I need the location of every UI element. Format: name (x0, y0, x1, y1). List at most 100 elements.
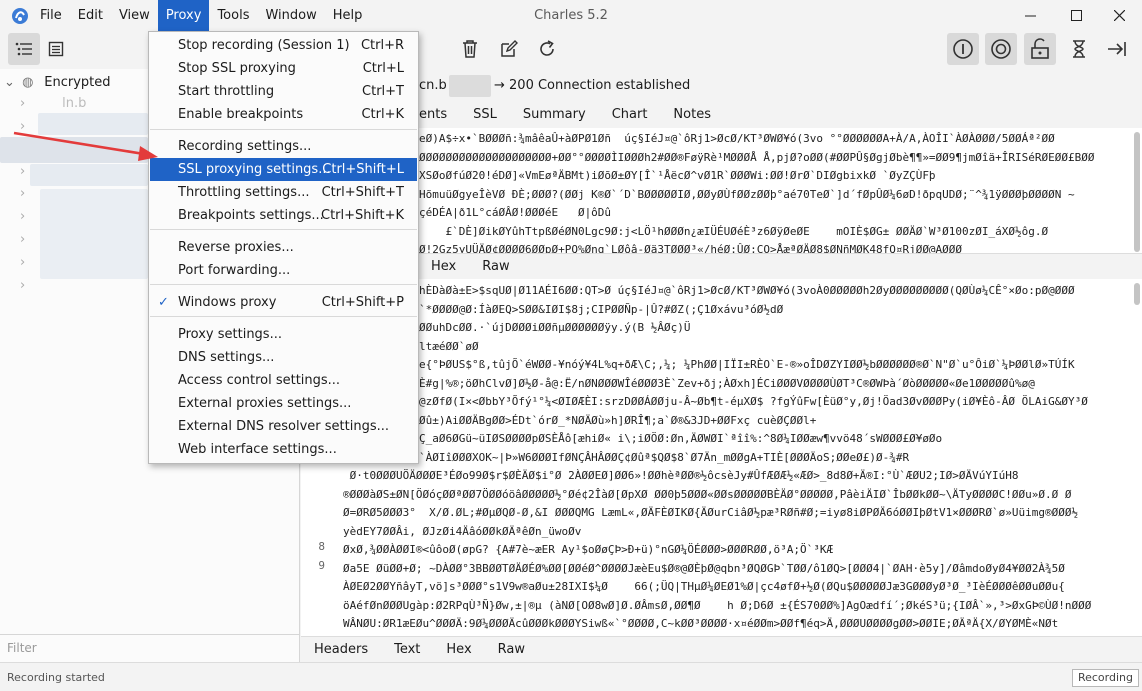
menu-item-stop-ssl-proxying[interactable]: Stop SSL proxying Ctrl+L (150, 57, 417, 80)
menu-item-breakpoints-settings[interactable]: Breakpoints settings... Ctrl+Shift+K (150, 204, 417, 227)
status-text: Recording started (7, 671, 105, 684)
ssl-proxying-button[interactable] (1024, 33, 1056, 65)
menu-item-label: Access control settings... (178, 373, 341, 388)
tab-summary[interactable]: Summary (510, 102, 599, 128)
vertical-scrollbar[interactable] (1134, 132, 1140, 252)
code-line: çéDÉA|ð1L°cáØÂØ!ØØØéE Ø|ôDû (419, 206, 612, 219)
close-icon (1113, 10, 1125, 21)
menu-item-shortcut: Ctrl+Shift+L (322, 162, 404, 177)
menu-item-shortcut: Ctrl+K (361, 107, 404, 122)
code-line: Ø·t0ØØØUÖÄØØØE³ÉØo99Ø$r$ØÈÄØ$i°Ø 2ÀØØEØ]… (343, 469, 1019, 482)
menu-item-web-interface-settings[interactable]: Web interface settings... (150, 438, 417, 461)
sequence-view-button[interactable] (40, 33, 72, 65)
menu-tools[interactable]: Tools (209, 0, 257, 31)
tab-ssl[interactable]: SSL (460, 102, 510, 128)
code-line: @IØ$ØIØØØ!YØØØØØ\ip»<2$mQØüdü`ü³ØØpdJWÆØ… (343, 633, 1129, 635)
menu-item-label: Stop recording (Session 1) (178, 38, 350, 53)
menu-item-enable-breakpoints[interactable]: Enable breakpoints Ctrl+K (150, 103, 417, 126)
tab-text[interactable]: Text (381, 637, 433, 663)
arrow-to-right-icon (1108, 42, 1126, 56)
menu-item-throttling-settings[interactable]: Throttling settings... Ctrl+Shift+T (150, 181, 417, 204)
tree-node-child[interactable]: › ln.b (20, 93, 86, 114)
breakpoints-button[interactable] (1063, 33, 1095, 65)
title-bar: File Edit View Proxy Tools Window Help Charles… (0, 0, 1142, 31)
tab-headers[interactable]: Headers (301, 637, 381, 663)
menu-item-external-proxies-settings[interactable]: External proxies settings... (150, 392, 417, 415)
tab-notes[interactable]: Notes (660, 102, 724, 128)
menu-item-dns-settings[interactable]: DNS settings... (150, 346, 417, 369)
menu-edit[interactable]: Edit (70, 0, 111, 31)
menu-file[interactable]: File (32, 0, 70, 31)
tree-node-encrypted[interactable]: ⌄ ◍ Encrypted (4, 72, 111, 93)
chevron-right-icon[interactable]: › (20, 275, 25, 296)
chevron-right-icon[interactable]: › (20, 206, 25, 227)
menu-view[interactable]: View (111, 0, 158, 31)
globe-icon: ◍ (22, 75, 34, 90)
response-tabs: Headers Text Hex Raw (301, 636, 1142, 662)
redacted-host (449, 75, 491, 97)
menu-item-recording-settings[interactable]: Recording settings... (150, 135, 417, 158)
menu-help[interactable]: Help (325, 0, 371, 31)
chevron-right-icon[interactable]: › (20, 229, 25, 250)
structure-view-button[interactable] (8, 33, 40, 65)
menu-item-label: Stop SSL proxying (178, 61, 296, 76)
code-line: È#g|%®;öØhClvØ]Ø½Ø-å@:Ë/nØNØØØWÎéØØØ3È`Z… (419, 376, 1035, 390)
vertical-scrollbar[interactable] (1134, 283, 1140, 305)
chevron-right-icon[interactable]: › (20, 252, 25, 273)
code-line: ®ØØØàØS±ØN[ÖØóçØØªØØ7ÖØØóöâØØØØØ½°Øé¢2Îà… (343, 487, 1072, 501)
minimize-button[interactable] (1007, 0, 1053, 31)
code-line: ØØØØØØØØØØØØØØØØØØØØ+ØØ°°ØØØØÌIØØØh2#ØØ®… (419, 150, 1095, 164)
menu-proxy[interactable]: Proxy (157, 0, 210, 31)
repeat-button[interactable] (531, 33, 563, 65)
tab-hex[interactable]: Hex (418, 254, 469, 280)
record-icon (991, 39, 1011, 59)
menu-item-proxy-settings[interactable]: Proxy settings... (150, 323, 417, 346)
menu-item-label: Breakpoints settings... (178, 208, 324, 223)
line-number: 9 (318, 559, 325, 572)
menu-bar: File Edit View Proxy Tools Window Help (32, 0, 370, 31)
code-line: ØxØ,¾ØØÀØØI®<ûôoØ(øpG? {A#7è~æER Ay¹$oØø… (343, 543, 834, 556)
redacted-host (40, 189, 148, 279)
clear-session-button[interactable] (454, 33, 486, 65)
edit-button[interactable] (493, 33, 525, 65)
filter-input[interactable]: Filter (7, 641, 37, 655)
code-line: WÂNØU:ØR1æEØu^ØØØÄ:9Ø¼ØØØÄcûØØØkØØØYSiwß… (343, 617, 1059, 630)
menu-item-ssl-proxying-settings[interactable]: SSL proxying settings... Ctrl+Shift+L (150, 158, 417, 181)
maximize-button[interactable] (1053, 0, 1099, 31)
menu-item-external-dns-resolver-settings[interactable]: External DNS resolver settings... (150, 415, 417, 438)
menu-item-stop-recording-session-1[interactable]: Stop recording (Session 1) Ctrl+R (150, 34, 417, 57)
chevron-right-icon[interactable]: › (20, 93, 36, 114)
menu-item-access-control-settings[interactable]: Access control settings... (150, 369, 417, 392)
record-button[interactable] (985, 33, 1017, 65)
menu-item-port-forwarding[interactable]: Port forwarding... (150, 259, 417, 282)
code-line: yèdEY7ØØÂi, ØJzØi4ÄâóØØkØÄªêØn_üwoØv (343, 524, 582, 538)
filter-bar[interactable]: Filter (0, 634, 300, 662)
close-button[interactable] (1096, 0, 1142, 31)
tab-chart[interactable]: Chart (599, 102, 661, 128)
chevron-right-icon[interactable]: › (20, 161, 25, 182)
menu-item-label: Reverse proxies... (178, 240, 294, 255)
lock-icon (1031, 38, 1049, 59)
tab-hex[interactable]: Hex (433, 637, 484, 663)
info-circle-icon (953, 39, 973, 59)
code-line: ØØuhDcØØ.·`újDØØØiØØñµØØØØØØÿy.ý(B ½ÂØç)… (419, 321, 691, 334)
tab-raw[interactable]: Raw (485, 637, 538, 663)
response-body: hÈDàØà±E>$sqUØ|Ø11AÉI6ØØ:QT>Ø úç§IéJ¤@`ô… (301, 279, 1142, 634)
sidebar-toggle-button[interactable] (1101, 33, 1133, 65)
tab-raw[interactable]: Raw (469, 254, 522, 280)
menu-item-label: Proxy settings... (178, 327, 282, 342)
menu-item-shortcut: Ctrl+L (362, 61, 404, 76)
menu-item-windows-proxy[interactable]: ✓ Windows proxy Ctrl+Shift+P (150, 291, 417, 314)
menu-window[interactable]: Window (257, 0, 324, 31)
chevron-down-icon[interactable]: ⌄ (4, 72, 18, 93)
menu-item-label: Port forwarding... (178, 263, 291, 278)
proxy-dropdown-menu: Stop recording (Session 1) Ctrl+R Stop SSL… (148, 31, 419, 464)
chevron-right-icon[interactable]: › (20, 183, 25, 204)
menu-item-label: Throttling settings... (178, 185, 310, 200)
menu-item-label: Enable breakpoints (178, 107, 304, 122)
throttle-button[interactable] (947, 33, 979, 65)
menu-item-start-throttling[interactable]: Start throttling Ctrl+T (150, 80, 417, 103)
menu-item-reverse-proxies[interactable]: Reverse proxies... (150, 236, 417, 259)
recording-badge[interactable]: Recording (1071, 669, 1139, 687)
menu-item-label: DNS settings... (178, 350, 275, 365)
